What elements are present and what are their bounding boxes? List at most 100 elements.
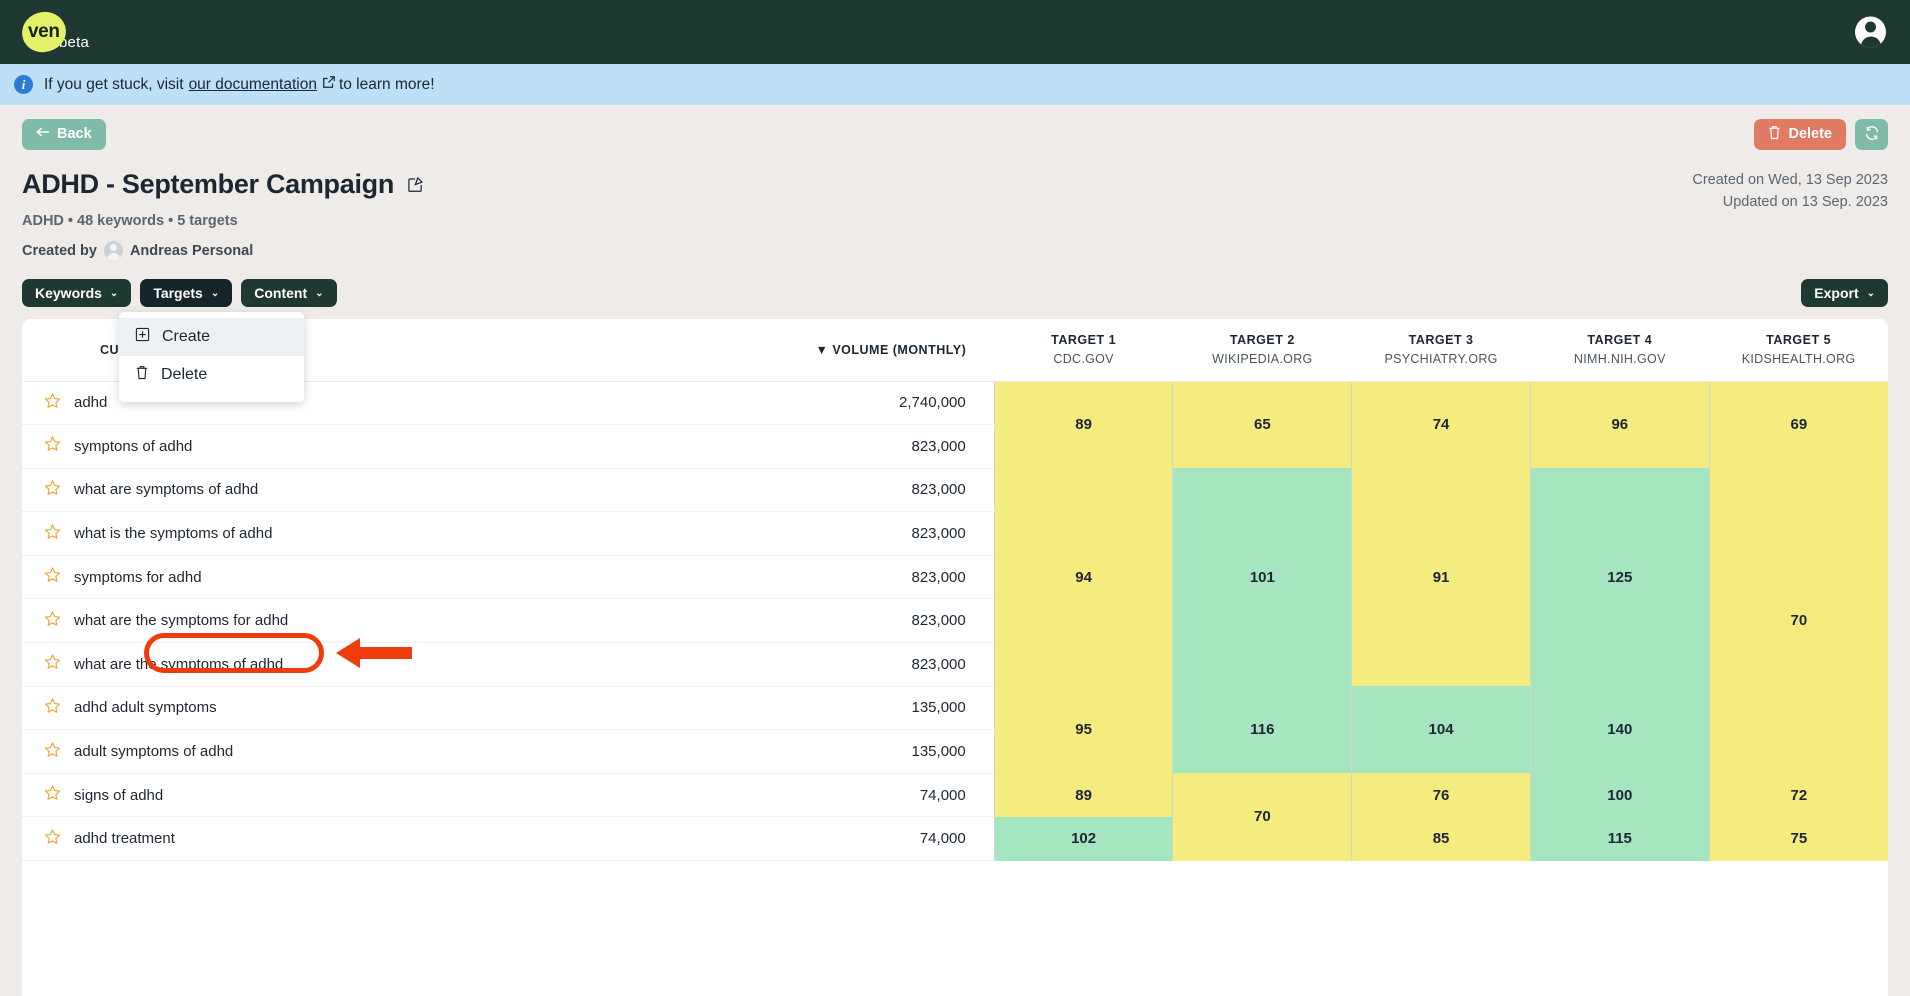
keyword-text: adult symptoms of adhd <box>74 743 234 761</box>
target-score-cell[interactable]: 140 <box>1529 686 1710 774</box>
column-header-volume[interactable]: ▼ VOLUME (MONTHLY) <box>625 319 995 382</box>
keyword-text: adhd treatment <box>74 830 175 848</box>
keyword-cell[interactable]: adhd <box>22 381 626 426</box>
creator-avatar-body <box>106 253 120 260</box>
favorite-star-icon[interactable] <box>44 654 61 675</box>
favorite-star-icon[interactable] <box>44 697 61 718</box>
arrow-left-icon <box>36 126 50 142</box>
keyword-text: what are symptoms of adhd <box>74 481 259 499</box>
table-row[interactable]: adhd adult symptoms 135,000 95 116 104 140 <box>22 686 1888 774</box>
target-score-cell[interactable]: 95 <box>993 686 1173 774</box>
keyword-cell[interactable]: what are the symptoms for adhd <box>22 598 626 644</box>
edit-pencil-icon[interactable] <box>407 176 424 193</box>
menu-item-delete[interactable]: Delete <box>119 356 304 394</box>
favorite-star-icon[interactable] <box>44 436 61 457</box>
target-4-label: TARGET 4 <box>1587 333 1653 348</box>
column-header-target-2[interactable]: TARGET 2 WIKIPEDIA.ORG <box>1172 319 1352 382</box>
volume-cell: 823,000 <box>625 598 995 644</box>
favorite-star-icon[interactable] <box>44 567 61 588</box>
target-score-cell[interactable]: 94 <box>993 468 1173 687</box>
refresh-button[interactable] <box>1855 118 1888 150</box>
target-score-cell[interactable]: 70 <box>1708 468 1888 774</box>
favorite-star-icon[interactable] <box>44 741 61 762</box>
target-score-cell[interactable]: 125 <box>1529 468 1710 687</box>
keywords-table-card: CUSTOMER ▼ VOLUME (MONTHLY) TARGET 1 CDC… <box>22 319 1888 996</box>
created-by-row: Created by Andreas Personal <box>22 241 424 260</box>
keyword-cell[interactable]: adhd treatment <box>22 816 626 862</box>
keyword-text: adhd adult symptoms <box>74 699 217 717</box>
table-row[interactable]: adhd treatment 74,000 102 85 115 75 <box>22 816 1888 862</box>
target-score-cell[interactable]: 102 <box>993 816 1173 861</box>
keyword-cell[interactable]: what are the symptoms of adhd <box>22 642 626 687</box>
banner-text-before: If you get stuck, visit <box>44 75 184 93</box>
table-row[interactable]: what are symptoms of adhd 823,000 94 101 91 1… <box>22 468 1888 774</box>
favorite-star-icon[interactable] <box>44 479 61 500</box>
target-score-cell[interactable]: 116 <box>1172 686 1352 774</box>
favorite-star-icon[interactable] <box>44 785 61 806</box>
keyword-cell[interactable]: adhd adult symptoms <box>22 686 626 731</box>
target-score-cell[interactable]: 72 <box>1708 773 1888 817</box>
sort-desc-icon: ▼ <box>815 342 829 357</box>
volume-cell: 823,000 <box>625 555 995 600</box>
favorite-star-icon[interactable] <box>44 392 61 413</box>
target-score-cell[interactable]: 89 <box>993 381 1173 469</box>
column-header-target-4[interactable]: TARGET 4 NIMH.NIH.GOV <box>1530 319 1710 382</box>
target-score-cell[interactable]: 89 <box>993 773 1173 817</box>
trash-icon <box>135 365 149 385</box>
export-dropdown-button[interactable]: Export ⌄ <box>1801 279 1888 307</box>
targets-dropdown-button[interactable]: Targets ⌄ <box>140 279 233 307</box>
content-dropdown-button[interactable]: Content ⌄ <box>241 279 337 307</box>
creator-avatar-head <box>109 244 117 251</box>
target-score-cell[interactable]: 74 <box>1351 381 1531 469</box>
menu-item-create[interactable]: Create <box>119 318 304 356</box>
column-header-target-3[interactable]: TARGET 3 PSYCHIATRY.ORG <box>1351 319 1531 382</box>
keyword-cell[interactable]: symptons of adhd <box>22 424 626 469</box>
keyword-text: symptons of adhd <box>74 437 193 455</box>
creator-avatar-icon <box>103 241 123 260</box>
keywords-dropdown-button[interactable]: Keywords ⌄ <box>22 279 132 307</box>
target-5-domain: KIDSHEALTH.ORG <box>1741 352 1856 367</box>
favorite-star-icon[interactable] <box>44 610 61 631</box>
back-button[interactable]: Back <box>22 118 106 150</box>
target-score-cell[interactable]: 91 <box>1351 468 1531 687</box>
target-score-cell[interactable]: 65 <box>1172 381 1352 469</box>
target-score-cell[interactable]: 70 <box>1172 773 1352 861</box>
chevron-down-icon: ⌄ <box>315 287 324 299</box>
delete-button[interactable]: Delete <box>1754 118 1846 150</box>
keyword-cell[interactable]: signs of adhd <box>22 773 626 818</box>
favorite-star-icon[interactable] <box>44 828 61 849</box>
favorite-star-icon[interactable] <box>44 523 61 544</box>
target-4-domain: NIMH.NIH.GOV <box>1573 352 1666 367</box>
target-score-cell[interactable]: 100 <box>1529 773 1710 817</box>
keyword-cell[interactable]: what are symptoms of adhd <box>22 468 626 513</box>
target-score-cell[interactable]: 75 <box>1708 816 1888 861</box>
avatar-head-shape <box>1865 21 1876 33</box>
volume-cell: 2,740,000 <box>625 381 995 426</box>
target-score-cell[interactable]: 115 <box>1529 816 1710 861</box>
volume-cell: 823,000 <box>625 468 995 513</box>
keyword-cell[interactable]: symptoms for adhd <box>22 555 626 600</box>
column-header-target-5[interactable]: TARGET 5 KIDSHEALTH.ORG <box>1709 319 1888 382</box>
documentation-link[interactable]: our documentation <box>189 76 317 94</box>
target-score-cell[interactable]: 76 <box>1351 773 1531 817</box>
keyword-cell[interactable]: what is the symptoms of adhd <box>22 511 626 556</box>
target-score-cell[interactable]: 69 <box>1708 381 1888 469</box>
target-score-cell[interactable]: 96 <box>1529 381 1710 469</box>
logo-text: ven <box>28 21 60 43</box>
column-header-target-1[interactable]: TARGET 1 CDC.GOV <box>994 319 1173 382</box>
external-link-icon[interactable] <box>322 75 336 94</box>
table-row[interactable]: signs of adhd 74,000 89 70 76 100 72 <box>22 773 1888 861</box>
column-header-keyword[interactable]: CUSTOMER <box>22 319 626 382</box>
app-logo[interactable]: ven beta <box>20 9 89 55</box>
keyword-cell[interactable]: adult symptoms of adhd <box>22 729 626 774</box>
right-action-group: Delete <box>1754 118 1888 150</box>
volume-cell: 823,000 <box>625 642 995 687</box>
target-score-cell[interactable]: 104 <box>1351 686 1531 774</box>
title-left-group: ADHD - September Campaign ADHD • 48 keyw… <box>22 169 424 260</box>
chevron-down-icon: ⌄ <box>210 287 220 299</box>
volume-cell: 823,000 <box>625 424 995 469</box>
target-score-cell[interactable]: 85 <box>1351 816 1531 861</box>
target-score-cell[interactable]: 101 <box>1172 468 1352 687</box>
user-avatar-icon[interactable] <box>1855 16 1886 48</box>
refresh-icon <box>1864 125 1880 144</box>
